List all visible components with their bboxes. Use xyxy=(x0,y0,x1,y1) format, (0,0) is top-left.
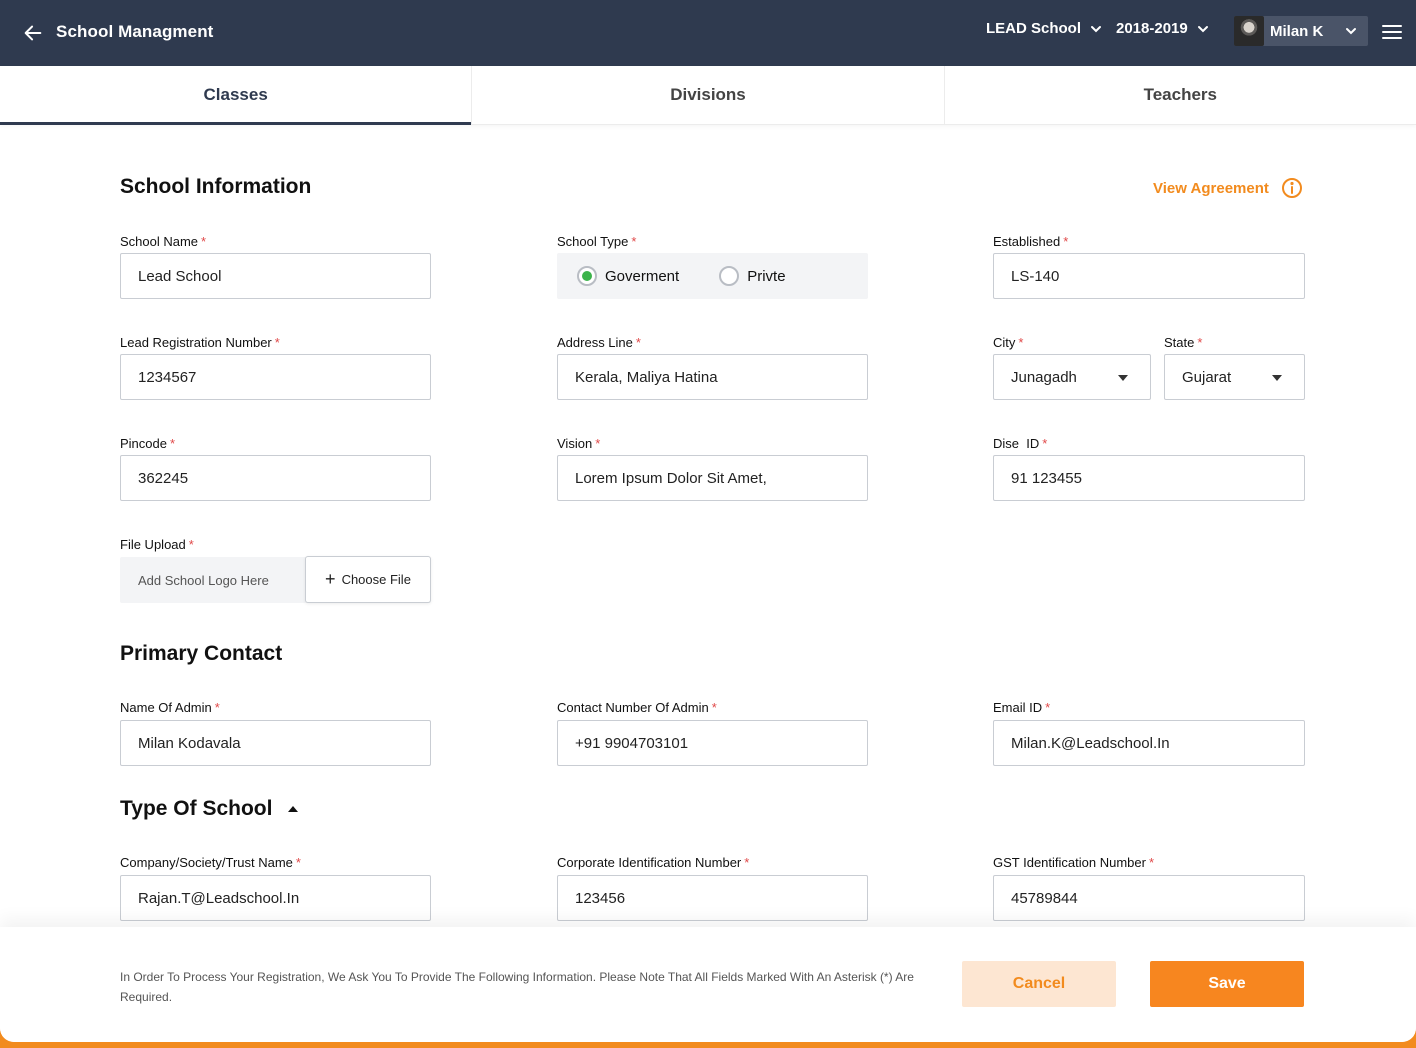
city-select[interactable]: Junagadh xyxy=(993,354,1151,400)
required-fields-note: In Order To Process Your Registration, W… xyxy=(120,970,914,1004)
city-label: City * xyxy=(993,335,1024,350)
school-information-title: School Information xyxy=(120,175,312,198)
chevron-down-icon xyxy=(1346,28,1356,35)
trust-name-label: Company/Society/Trust Name * xyxy=(120,855,301,870)
radio-goverment[interactable]: Goverment xyxy=(577,266,679,286)
tab-teachers[interactable]: Teachers xyxy=(945,66,1416,124)
chevron-down-icon xyxy=(1091,25,1102,32)
gst-field[interactable]: 45789844 xyxy=(993,875,1305,921)
choose-file-label: Choose File xyxy=(341,572,411,587)
radio-unchecked-icon[interactable] xyxy=(719,266,740,286)
pincode-field[interactable]: 362245 xyxy=(120,455,431,501)
vision-label: Vision * xyxy=(557,436,601,451)
view-agreement-label: View Agreement xyxy=(1153,179,1269,197)
address-label: Address Line * xyxy=(557,335,641,350)
top-bar: School Managment LEAD School 2018-2019 M… xyxy=(0,0,1416,66)
cin-field[interactable]: 123456 xyxy=(557,875,868,921)
year-select[interactable]: 2018-2019 xyxy=(1116,20,1210,37)
gst-label: GST Identification Number * xyxy=(993,855,1155,870)
school-name-label: School Name * xyxy=(120,234,207,249)
dise-id-field[interactable]: 91 123455 xyxy=(993,455,1305,501)
admin-name-label: Name Of Admin * xyxy=(120,700,220,715)
type-of-school-title: Type Of School xyxy=(120,797,273,820)
city-value: Junagadh xyxy=(1011,368,1077,386)
avatar xyxy=(1234,16,1264,46)
pincode-label: Pincode * xyxy=(120,436,176,451)
caret-down-icon xyxy=(1118,375,1128,381)
app-frame: School Managment LEAD School 2018-2019 M… xyxy=(0,0,1416,1042)
school-select-label: LEAD School xyxy=(986,20,1082,37)
file-upload-placeholder: Add School Logo Here xyxy=(138,573,269,588)
radio-goverment-label: Goverment xyxy=(605,267,680,285)
info-icon[interactable] xyxy=(1281,177,1303,199)
vision-field[interactable]: Lorem Ipsum Dolor Sit Amet, xyxy=(557,455,868,501)
tab-classes[interactable]: Classes xyxy=(0,66,473,125)
state-value: Gujarat xyxy=(1182,368,1232,386)
cancel-button[interactable]: Cancel xyxy=(962,961,1116,1007)
dise-id-label: Dise ID * xyxy=(993,436,1048,451)
hamburger-menu-icon[interactable] xyxy=(1382,24,1402,40)
email-field[interactable]: Milan.K@Leadschool.In xyxy=(993,720,1305,766)
state-select[interactable]: Gujarat xyxy=(1164,354,1305,400)
primary-contact-title: Primary Contact xyxy=(120,642,283,665)
school-select[interactable]: LEAD School xyxy=(986,20,1103,37)
caret-up-icon[interactable] xyxy=(288,806,298,812)
admin-contact-field[interactable]: +91 9904703101 xyxy=(557,720,868,766)
email-label: Email ID * xyxy=(993,700,1051,715)
plus-icon: + xyxy=(325,568,336,589)
radio-privte[interactable]: Privte xyxy=(719,266,786,286)
caret-down-icon xyxy=(1272,375,1282,381)
address-field[interactable]: Kerala, Maliya Hatina xyxy=(557,354,868,400)
admin-contact-label: Contact Number Of Admin * xyxy=(557,700,717,715)
established-label: Established * xyxy=(993,234,1069,249)
established-field[interactable]: LS-140 xyxy=(993,253,1305,299)
year-select-label: 2018-2019 xyxy=(1116,20,1188,37)
file-upload-label: File Upload * xyxy=(120,537,194,552)
file-upload-box[interactable]: Add School Logo Here + Choose File xyxy=(120,556,431,603)
cin-label: Corporate Identification Number * xyxy=(557,855,750,870)
chevron-down-icon xyxy=(1197,25,1208,32)
back-arrow-icon[interactable] xyxy=(22,22,44,44)
app-title: School Managment xyxy=(56,22,214,41)
admin-name-field[interactable]: Milan Kodavala xyxy=(120,720,431,766)
state-label: State * xyxy=(1164,335,1203,350)
school-name-field[interactable]: Lead School xyxy=(120,253,431,299)
tab-divisions[interactable]: Divisions xyxy=(472,66,945,124)
school-type-radio-group: Goverment Privte xyxy=(557,253,868,299)
school-type-label: School Type * xyxy=(557,234,637,249)
radio-checked-icon[interactable] xyxy=(577,266,597,286)
registration-field[interactable]: 1234567 xyxy=(120,354,431,400)
registration-label: Lead Registration Number * xyxy=(120,335,280,350)
save-button[interactable]: Save xyxy=(1150,961,1304,1007)
user-name: Milan K xyxy=(1270,22,1324,40)
tab-bar: Classes Divisions Teachers xyxy=(0,66,1416,125)
choose-file-button[interactable]: + Choose File xyxy=(305,556,431,603)
trust-name-field[interactable]: Rajan.T@Leadschool.In xyxy=(120,875,431,921)
view-agreement-link[interactable]: View Agreement xyxy=(1153,177,1303,199)
footer-bar: In Order To Process Your Registration, W… xyxy=(0,927,1416,1042)
user-menu[interactable]: Milan K xyxy=(1234,16,1368,46)
radio-privte-label: Privte xyxy=(747,267,786,285)
